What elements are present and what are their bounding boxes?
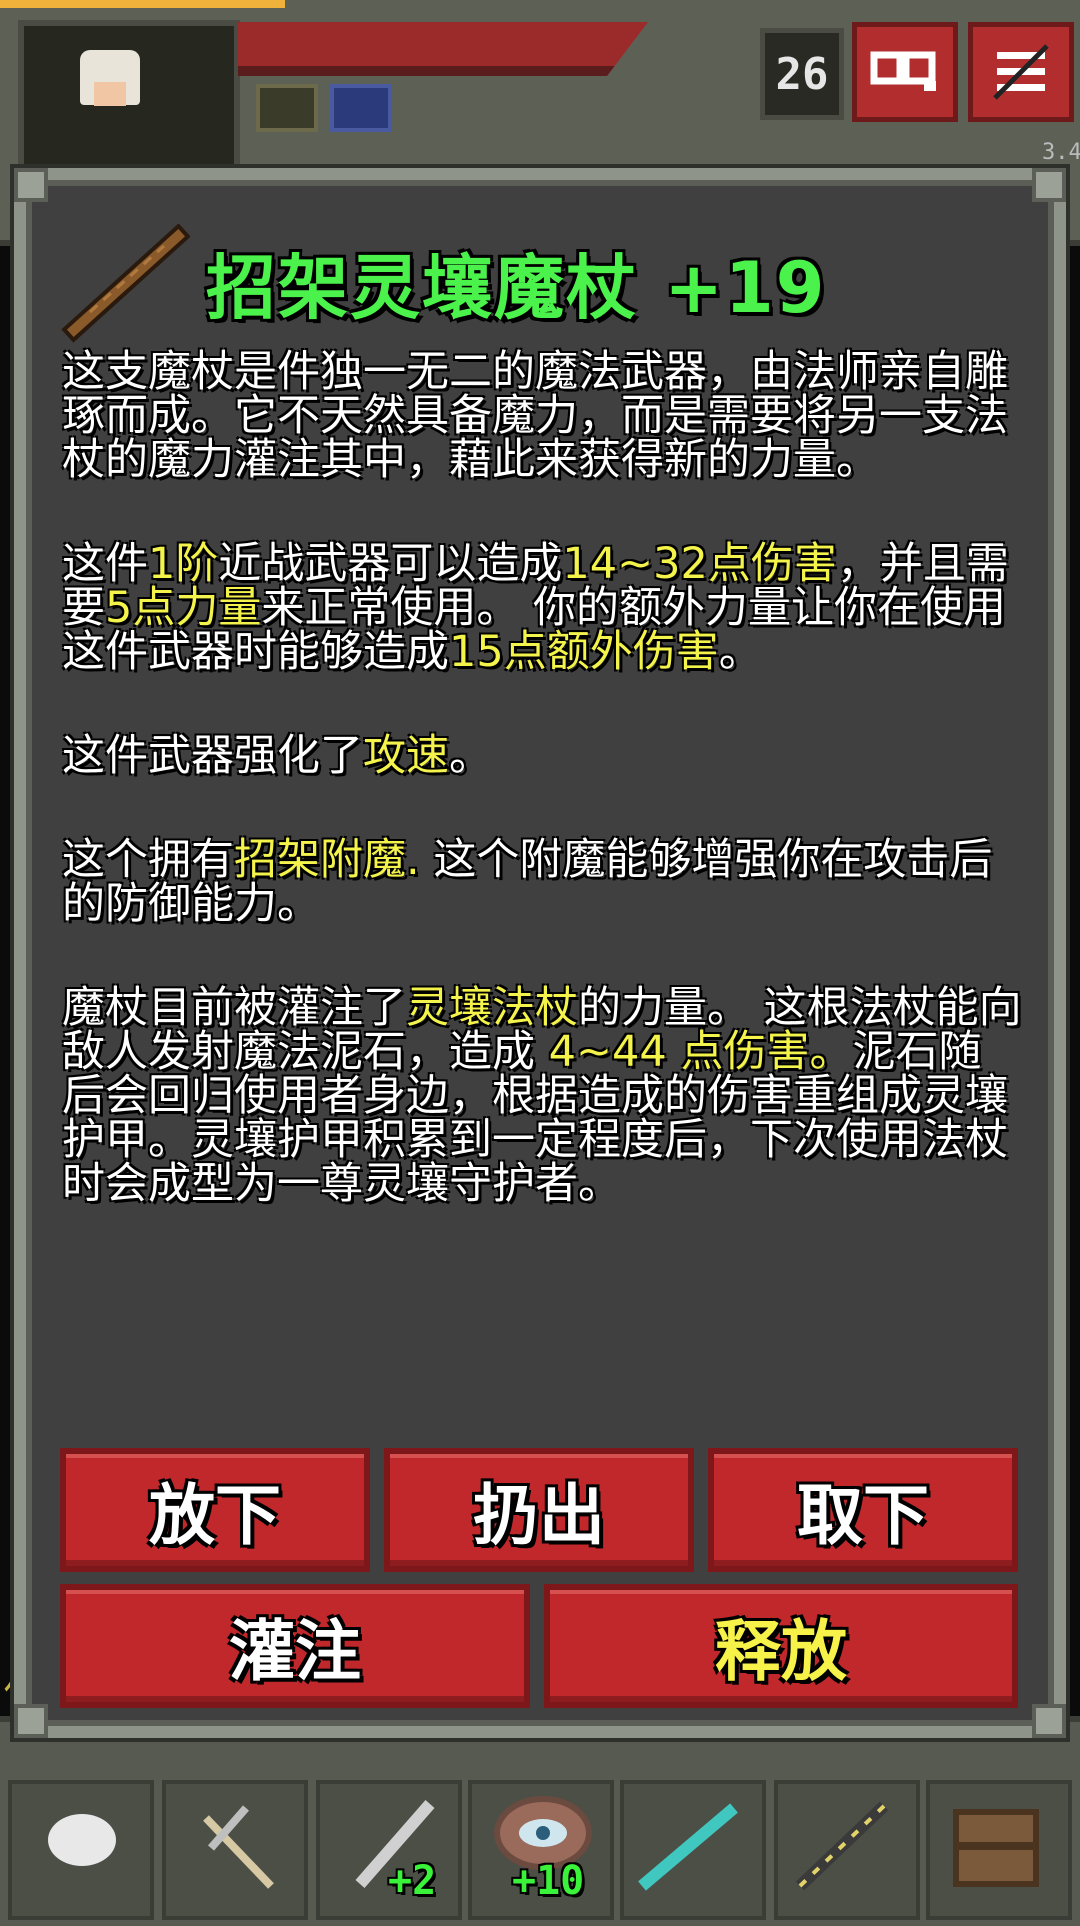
highlight-staff: 灵壤法杖 (406, 983, 578, 1033)
depth-indicator: 26 (760, 28, 844, 120)
window-corner (14, 168, 48, 202)
description-paragraph: 这件1阶近战武器可以造成14~32点伤害，并且需要5点力量来正常使用。 你的额外… (62, 539, 1009, 677)
staff-icon (795, 1801, 889, 1891)
toolbar-slot[interactable] (8, 1780, 154, 1920)
side-number: 3.4 (1042, 140, 1080, 165)
backpack-button[interactable] (926, 1780, 1072, 1920)
highlight-staff-damage: 4~44 点伤害。 (548, 1027, 853, 1077)
toolbar-slot[interactable] (620, 1780, 766, 1920)
health-bar (238, 22, 648, 76)
highlight-bonus-damage: 15点额外伤害 (449, 627, 719, 677)
xp-bar (0, 0, 285, 8)
upgrade-badge: +2 (388, 1858, 437, 1904)
description-paragraph: 这支魔杖是件独一无二的魔法武器，由法师亲自雕琢而成。它不天然具备魔力，而是需要将… (62, 347, 1008, 485)
highlight-strength: 5点力量 (105, 583, 262, 633)
item-description: 这支魔杖是件独一无二的魔法武器，由法师亲自雕琢而成。它不天然具备魔力，而是需要将… (62, 350, 1022, 1266)
sheep-icon (48, 1814, 116, 1866)
drop-button[interactable]: 放下 (60, 1448, 370, 1572)
menu-icon (993, 44, 1049, 100)
buff-icon (330, 84, 392, 132)
imbue-button[interactable]: 灌注 (60, 1584, 530, 1708)
search-button[interactable] (852, 22, 958, 122)
throw-button[interactable]: 扔出 (384, 1448, 694, 1572)
pickaxe-icon (203, 1805, 274, 1889)
window-corner (14, 1704, 48, 1738)
upgrade-badge: +10 (512, 1858, 585, 1904)
toolbar-slot[interactable]: +10 (468, 1780, 614, 1920)
item-title: 招架灵壤魔杖 +19 (206, 247, 827, 329)
description-paragraph: 魔杖目前被灌注了灵壤法杖的力量。 这根法杖能向敌人发射魔法泥石，造成 4~44 … (62, 983, 1022, 1209)
highlight-enchant: 招架附魔. (234, 835, 420, 885)
window-corner (1032, 1704, 1066, 1738)
description-paragraph: 这个拥有招架附魔. 这个附魔能够增强你在攻击后的防御能力。 (62, 835, 993, 929)
toolbar-slot[interactable]: +2 (316, 1780, 462, 1920)
description-paragraph: 这件武器强化了攻速。 (62, 731, 492, 781)
unequip-button[interactable]: 取下 (708, 1448, 1018, 1572)
wand-icon (61, 224, 190, 343)
buff-icon (256, 84, 318, 132)
highlight-speed: 攻速 (363, 731, 449, 781)
menu-button[interactable] (968, 22, 1074, 122)
hero-face (94, 82, 126, 106)
search-icon (870, 51, 936, 91)
toolbar-slot[interactable] (162, 1780, 308, 1920)
highlight-tier: 1阶 (148, 539, 219, 589)
highlight-damage: 14~32点伤害 (562, 539, 837, 589)
toolbar-slot[interactable] (774, 1780, 920, 1920)
zap-button[interactable]: 释放 (544, 1584, 1018, 1708)
backpack-icon (953, 1809, 1039, 1887)
window-corner (1032, 168, 1066, 202)
crystal-wand-icon (638, 1803, 738, 1891)
